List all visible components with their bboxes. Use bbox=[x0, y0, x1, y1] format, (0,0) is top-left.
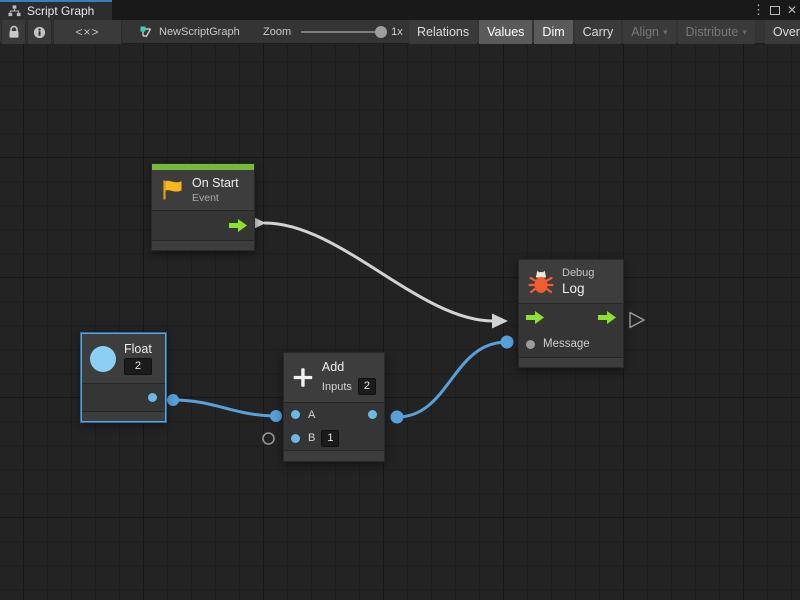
flag-icon bbox=[160, 178, 184, 202]
zoom-slider-track[interactable] bbox=[301, 31, 383, 33]
zoom-slider-knob[interactable] bbox=[375, 26, 387, 38]
chevron-down-icon: ▾ bbox=[742, 27, 747, 38]
lock-icon bbox=[8, 25, 20, 39]
distribute-label: Distribute bbox=[686, 25, 739, 39]
zoom-label: Zoom bbox=[263, 26, 291, 38]
float-circle-icon bbox=[90, 346, 116, 372]
node-footer bbox=[519, 358, 623, 367]
node-footer bbox=[152, 241, 254, 250]
node-on-start-event[interactable]: On Start Event bbox=[151, 163, 255, 251]
window-close-icon[interactable]: ✕ bbox=[787, 0, 797, 20]
inputs-count-field[interactable]: 2 bbox=[358, 378, 376, 395]
plus-icon bbox=[292, 364, 314, 391]
node-title: Float bbox=[124, 342, 152, 356]
message-label: Message bbox=[543, 338, 590, 350]
window-menu-icon[interactable]: ⋮ bbox=[752, 0, 765, 20]
exec-input-port[interactable] bbox=[526, 311, 544, 324]
graph-name-group[interactable]: NewScriptGraph bbox=[140, 20, 240, 44]
inputs-label: Inputs bbox=[322, 381, 352, 393]
zoom-value: 1x bbox=[391, 26, 403, 38]
chevron-down-icon: ▾ bbox=[663, 27, 668, 38]
bug-icon bbox=[528, 269, 554, 295]
tab-title: Script Graph bbox=[27, 4, 94, 18]
float-value-field[interactable]: 2 bbox=[124, 358, 152, 375]
add-input-a-port[interactable] bbox=[291, 410, 300, 419]
window-maximize-icon[interactable] bbox=[770, 0, 780, 20]
code-preview-button[interactable]: <×> bbox=[53, 20, 122, 44]
tab-strip: Script Graph ⋮ ✕ bbox=[0, 0, 800, 20]
node-title: Debug bbox=[562, 267, 594, 279]
lock-button[interactable] bbox=[1, 20, 26, 44]
tab-script-graph[interactable]: Script Graph bbox=[0, 0, 112, 20]
align-button[interactable]: Align ▾ bbox=[623, 20, 675, 44]
overview-button[interactable]: Overview bbox=[765, 20, 800, 44]
info-button[interactable] bbox=[27, 20, 52, 44]
toolbar-buttons: Relations Values Dim Carry Align ▾ Distr… bbox=[409, 20, 800, 44]
port-a-label: A bbox=[308, 409, 315, 421]
float-output-port[interactable] bbox=[148, 393, 157, 402]
node-title: Add bbox=[322, 360, 376, 374]
node-subtitle: Event bbox=[192, 192, 239, 204]
port-b-value-field[interactable]: 1 bbox=[321, 430, 339, 447]
add-output-port[interactable] bbox=[368, 410, 377, 419]
graph-canvas[interactable] bbox=[0, 44, 800, 600]
message-input-port[interactable] bbox=[526, 340, 535, 349]
graph-name-label: NewScriptGraph bbox=[159, 26, 240, 38]
add-input-b-port[interactable] bbox=[291, 434, 300, 443]
node-title: On Start bbox=[192, 176, 239, 190]
exec-output-port[interactable] bbox=[598, 311, 616, 324]
node-debug-log[interactable]: Debug Log Message bbox=[518, 259, 624, 368]
distribute-button[interactable]: Distribute ▾ bbox=[678, 20, 755, 44]
node-subtitle: Log bbox=[562, 281, 594, 296]
carry-button[interactable]: Carry bbox=[575, 20, 622, 44]
dim-button[interactable]: Dim bbox=[534, 20, 572, 44]
values-button[interactable]: Values bbox=[479, 20, 532, 44]
info-icon bbox=[33, 26, 46, 39]
unity-script-graph-window: { "window": { "tab": { "title": "Script … bbox=[0, 0, 800, 600]
node-add[interactable]: Add Inputs 2 A B 1 bbox=[283, 352, 385, 462]
exec-output-port[interactable] bbox=[229, 219, 247, 232]
zoom-control: Zoom 1x bbox=[263, 20, 403, 44]
align-label: Align bbox=[631, 25, 659, 39]
script-graph-asset-icon bbox=[140, 26, 153, 39]
relations-button[interactable]: Relations bbox=[409, 20, 477, 44]
graph-toolbar: <×> NewScriptGraph Zoom 1x Relations Val… bbox=[0, 20, 800, 44]
node-footer bbox=[284, 451, 384, 461]
node-float-literal[interactable]: Float 2 bbox=[81, 333, 166, 422]
port-b-label: B bbox=[308, 432, 315, 444]
graph-hierarchy-icon bbox=[8, 5, 21, 17]
node-footer bbox=[82, 412, 165, 421]
